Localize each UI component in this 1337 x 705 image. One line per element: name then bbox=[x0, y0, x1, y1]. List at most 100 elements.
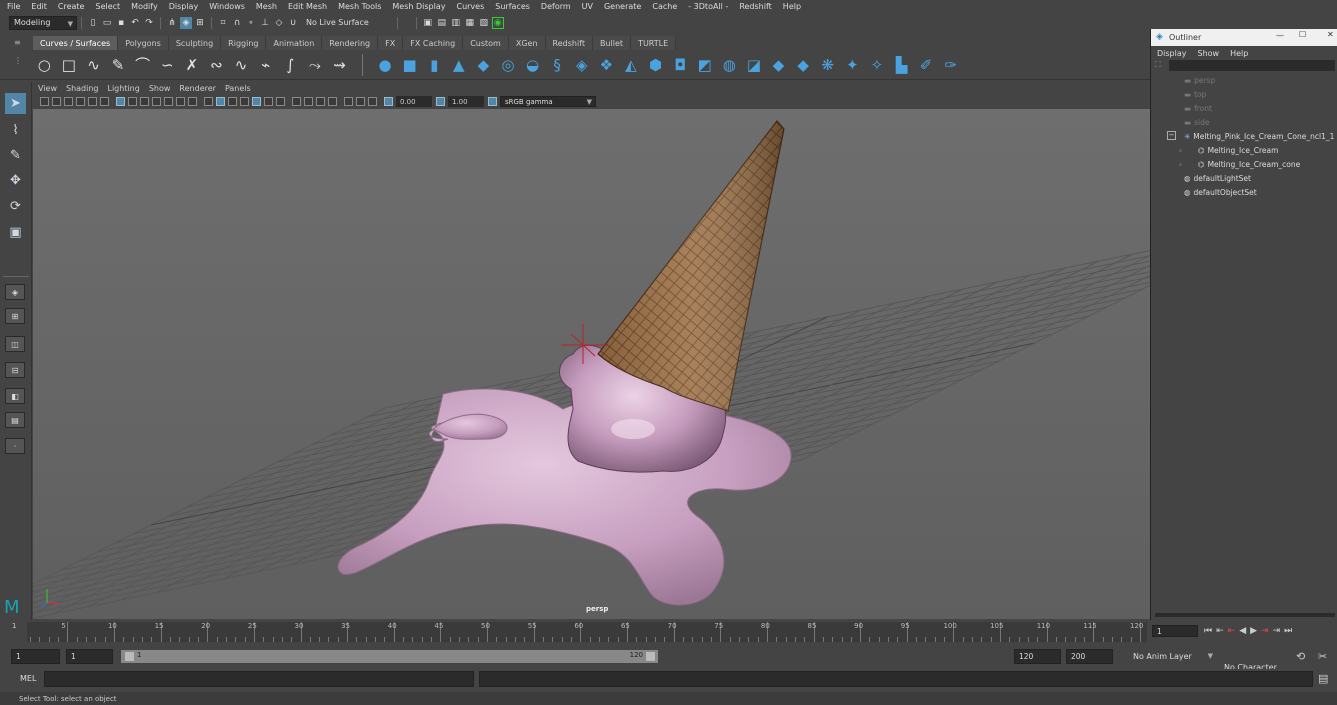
ep-curve-icon[interactable]: ∿ bbox=[83, 55, 103, 75]
viewport-menu-lighting[interactable]: Lighting bbox=[107, 84, 139, 93]
render-settings-icon[interactable]: ▥ bbox=[450, 17, 462, 29]
outliner-item-persp[interactable]: ▬ persp bbox=[1184, 73, 1215, 87]
go-to-end-icon[interactable]: ⏭ bbox=[1284, 626, 1292, 636]
bookmark-icon[interactable] bbox=[63, 97, 73, 106]
timeline-ruler[interactable]: 5 10 15 20 25 30 35 40 45 50 55 60 65 70 75 80 85 90 95 100… bbox=[27, 622, 1147, 642]
menu-edit[interactable]: Edit bbox=[31, 2, 47, 11]
outliner-item-front[interactable]: ▬ front bbox=[1184, 101, 1212, 115]
shelf-tab-bullet[interactable]: Bullet bbox=[593, 36, 632, 50]
collapse-icon[interactable]: − bbox=[1167, 131, 1176, 140]
camera-select-icon[interactable] bbox=[39, 97, 49, 106]
arc-curve-icon[interactable]: ∽ bbox=[157, 55, 177, 75]
shelf-options-icon[interactable]: ⋮ bbox=[14, 56, 23, 76]
nurbs-circle-icon[interactable]: ○ bbox=[34, 55, 54, 75]
minimize-icon[interactable]: — bbox=[1276, 31, 1284, 40]
wireframe-on-shaded-icon[interactable] bbox=[239, 97, 249, 106]
hypershade-icon[interactable]: ▦ bbox=[464, 17, 476, 29]
resolution-gate-icon[interactable] bbox=[139, 97, 149, 106]
wireframe-icon[interactable] bbox=[203, 97, 213, 106]
birail-icon[interactable]: ◭ bbox=[621, 55, 641, 75]
outliner-item-melting-pink-ice-cream-cone-ncl1-1[interactable]: − ✳ Melting_Pink_Ice_Cream_Cone_ncl1_1 bbox=[1167, 129, 1334, 143]
move-tool-icon[interactable]: ✥ bbox=[5, 170, 26, 191]
shelf-tab-animation[interactable]: Animation bbox=[266, 36, 323, 50]
viewport-menu-panels[interactable]: Panels bbox=[225, 84, 251, 93]
anti-aliasing-icon[interactable] bbox=[315, 97, 325, 106]
trim-tool-icon[interactable]: ◆ bbox=[769, 55, 789, 75]
close-icon[interactable]: ✕ bbox=[1327, 30, 1334, 39]
outliner-item-melting-ice-cream[interactable]: ∘ ⌬ Melting_Ice_Cream bbox=[1178, 143, 1278, 157]
image-plane-icon[interactable] bbox=[75, 97, 85, 106]
bevel-plus-icon[interactable]: ⬢ bbox=[646, 55, 666, 75]
playback-end-field[interactable]: 120 bbox=[1014, 649, 1061, 664]
persp-outliner-layout-icon[interactable]: ◧ bbox=[5, 388, 25, 404]
persp-hypershade-layout-icon[interactable]: ▤ bbox=[5, 412, 25, 428]
open-scene-icon[interactable]: ▭ bbox=[101, 17, 113, 29]
shelf-tab-rigging[interactable]: Rigging bbox=[221, 36, 267, 50]
render-frame-icon[interactable]: ▣ bbox=[422, 17, 434, 29]
maximize-icon[interactable]: ☐ bbox=[1299, 30, 1306, 39]
menu-mesh[interactable]: Mesh bbox=[256, 2, 277, 11]
curve-offset-icon[interactable]: ∫ bbox=[280, 55, 300, 75]
curve-detach-icon[interactable]: ∿ bbox=[231, 55, 251, 75]
curve-reverse-icon[interactable]: ⤳ bbox=[305, 55, 325, 75]
boundary-icon[interactable]: ◘ bbox=[670, 55, 690, 75]
menu-redshift[interactable]: Redshift bbox=[739, 2, 771, 11]
intersect-surface-icon[interactable]: ◪ bbox=[744, 55, 764, 75]
lasso-tool-icon[interactable]: ⌇ bbox=[5, 120, 26, 141]
shelf-tab-rendering[interactable]: Rendering bbox=[322, 36, 379, 50]
paint-select-icon[interactable]: ✎ bbox=[5, 145, 26, 166]
menu-generate[interactable]: Generate bbox=[604, 2, 641, 11]
live-surface-label[interactable]: No Live Surface bbox=[306, 18, 369, 27]
use-all-lights-icon[interactable] bbox=[263, 97, 273, 106]
menu-cache[interactable]: Cache bbox=[652, 2, 677, 11]
menu-deform[interactable]: Deform bbox=[541, 2, 571, 11]
gate-mask-icon[interactable] bbox=[151, 97, 161, 106]
2d-pan-icon[interactable] bbox=[87, 97, 97, 106]
menu-create[interactable]: Create bbox=[58, 2, 85, 11]
perspective-viewport[interactable]: persp bbox=[33, 109, 1150, 619]
motion-blur-icon[interactable] bbox=[303, 97, 313, 106]
anim-prefs-icon[interactable]: ✂ bbox=[1318, 650, 1327, 663]
step-forward-frame-icon[interactable]: ⇥ bbox=[1261, 626, 1269, 636]
depth-of-field-icon[interactable] bbox=[327, 97, 337, 106]
scale-tool-icon[interactable]: ▣ bbox=[5, 222, 26, 243]
nurbs-sphere-icon[interactable]: ● bbox=[375, 55, 395, 75]
anim-layer-dropdown[interactable]: No Anim Layer ▼ bbox=[1129, 649, 1216, 664]
nurbs-plane-icon[interactable]: ◆ bbox=[473, 55, 493, 75]
bezier-curve-icon[interactable]: ⌒ bbox=[133, 55, 153, 75]
step-forward-key-icon[interactable]: ⇥ bbox=[1273, 626, 1281, 636]
snap-surface-icon[interactable]: ◇ bbox=[273, 17, 285, 29]
anim-start-field[interactable]: 1 bbox=[11, 649, 60, 664]
menu-surfaces[interactable]: Surfaces bbox=[495, 2, 530, 11]
align-surface-icon[interactable]: ✧ bbox=[867, 55, 887, 75]
nurbs-cylinder-icon[interactable]: ▮ bbox=[424, 55, 444, 75]
script-editor-icon[interactable]: ▤ bbox=[1318, 672, 1328, 685]
save-scene-icon[interactable]: ▪ bbox=[115, 17, 127, 29]
viewport-menu-show[interactable]: Show bbox=[149, 84, 171, 93]
nurbs-square-icon[interactable]: □ bbox=[59, 55, 79, 75]
rotate-tool-icon[interactable]: ⟳ bbox=[5, 196, 26, 217]
gamma-icon[interactable] bbox=[435, 97, 445, 106]
shelf-tab-xgen[interactable]: XGen bbox=[508, 36, 546, 50]
select-tool-icon[interactable]: ➤ bbox=[5, 93, 26, 114]
viewport-menu-shading[interactable]: Shading bbox=[66, 84, 99, 93]
menu-uv[interactable]: UV bbox=[582, 2, 593, 11]
color-space-dropdown[interactable]: sRGB gamma ▼ bbox=[500, 96, 596, 107]
select-object-icon[interactable]: ◈ bbox=[180, 16, 192, 29]
shelf-tab-custom[interactable]: Custom bbox=[463, 36, 509, 50]
menu-modify[interactable]: Modify bbox=[131, 2, 158, 11]
snap-curve-icon[interactable]: ∩ bbox=[231, 17, 243, 29]
xray-joints-icon[interactable] bbox=[367, 97, 377, 106]
exposure-field[interactable]: 0.00 bbox=[396, 96, 432, 107]
planar-icon[interactable]: ◈ bbox=[572, 55, 592, 75]
menu-curves[interactable]: Curves bbox=[456, 2, 484, 11]
playback-start-field[interactable]: 1 bbox=[66, 649, 113, 664]
filter-icon[interactable]: ⛶ bbox=[1155, 60, 1165, 70]
smooth-shade-icon[interactable] bbox=[215, 97, 225, 106]
menu-windows[interactable]: Windows bbox=[209, 2, 245, 11]
new-scene-icon[interactable]: ▯ bbox=[87, 17, 99, 29]
single-view-layout-icon[interactable]: ◈ bbox=[5, 284, 25, 300]
range-bar[interactable]: 1 120 bbox=[121, 650, 658, 663]
snap-point-icon[interactable]: ∘ bbox=[245, 17, 257, 29]
shelf-tab-curves-surfaces[interactable]: Curves / Surfaces bbox=[33, 36, 119, 50]
